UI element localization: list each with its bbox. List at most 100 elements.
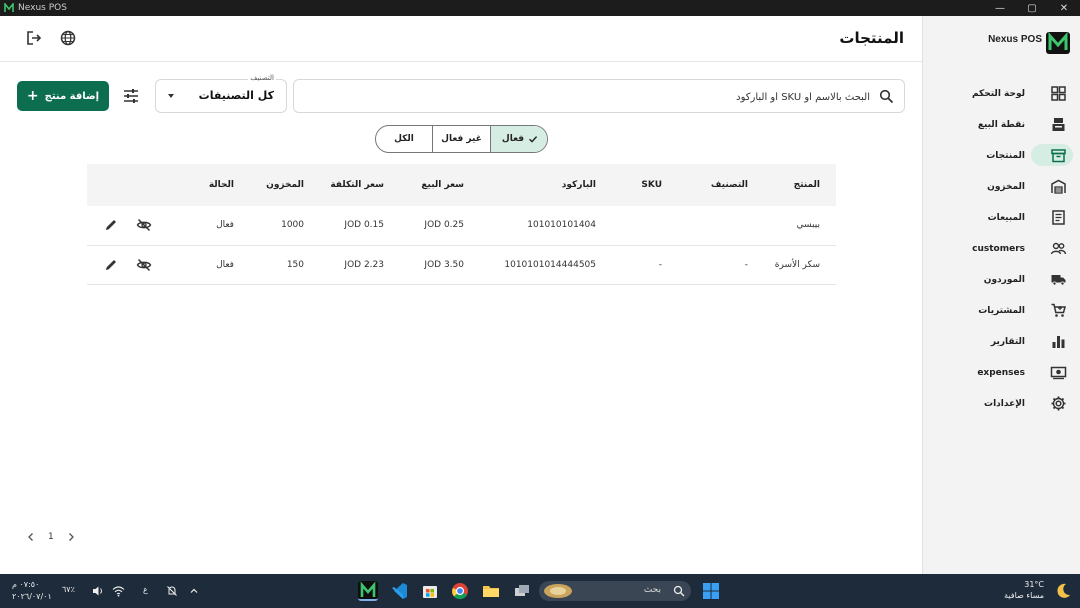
- pos-icon: [1052, 118, 1065, 131]
- cell-sku: [612, 206, 678, 245]
- microsoft-store-logo-icon: [423, 586, 437, 598]
- sidebar-item-label: expenses: [977, 367, 1025, 378]
- col-category: التصنيف: [710, 180, 748, 190]
- edit-pencil-icon[interactable]: [103, 257, 119, 273]
- folder-icon: [483, 586, 499, 597]
- sidebar-item-inventory[interactable]: المخزون: [923, 171, 1080, 202]
- people-icon: [1050, 242, 1067, 255]
- weather-text: مساء صافية: [1004, 591, 1044, 600]
- sidebar-item-suppliers[interactable]: الموردون: [923, 264, 1080, 295]
- cell-actions: [87, 206, 185, 245]
- sidebar-item-label: نقطة البيع: [977, 119, 1025, 130]
- wifi-icon[interactable]: [112, 585, 125, 597]
- status-filter-inactive[interactable]: غير فعال: [432, 126, 490, 152]
- status-filter-all[interactable]: الكل: [376, 126, 432, 152]
- windows-logo-icon: [703, 583, 719, 599]
- sidebar-item-expenses[interactable]: expenses: [923, 357, 1080, 388]
- cell-product: سكر الأسرة: [774, 259, 820, 270]
- taskbar-clock[interactable]: ٠٧:٥٠ م ٢٠٢٦/٠٧/٠١: [12, 579, 52, 603]
- cell-status: فعال: [216, 220, 234, 231]
- cart-icon: [1051, 303, 1066, 317]
- col-stock: المخزون: [266, 180, 304, 190]
- col-barcode: الباركود: [561, 180, 596, 190]
- sidebar-item-label: المشتريات: [978, 305, 1025, 316]
- current-page[interactable]: 1: [48, 532, 54, 542]
- taskbar-time: ٠٧:٥٠ م: [12, 580, 40, 589]
- chevron-left-icon[interactable]: [26, 532, 36, 542]
- hide-eye-off-icon[interactable]: [136, 257, 152, 273]
- cell-actions: [87, 245, 185, 284]
- plus-icon: +: [26, 88, 39, 104]
- page-header: المنتجات: [0, 16, 922, 62]
- search-icon: [879, 89, 894, 104]
- start-button[interactable]: [701, 581, 721, 601]
- language-globe-icon[interactable]: [59, 29, 77, 47]
- vscode-logo-icon: [392, 583, 407, 599]
- maximize-button[interactable]: ▢: [1016, 0, 1048, 16]
- volume-icon[interactable]: [92, 585, 104, 597]
- search-input[interactable]: [310, 88, 870, 106]
- add-product-button[interactable]: + إضافة منتج: [17, 81, 109, 111]
- category-select-label: التصنيف: [248, 74, 276, 82]
- hide-eye-off-icon[interactable]: [136, 217, 152, 233]
- col-product: المنتج: [793, 180, 820, 190]
- sidebar-item-sales[interactable]: المبيعات: [923, 202, 1080, 233]
- moon-icon: [1057, 583, 1070, 598]
- sidebar-item-dashboard[interactable]: لوحة التحكم: [923, 78, 1080, 109]
- category-select[interactable]: التصنيف كل التصنيفات: [155, 74, 287, 113]
- sidebar-item-label: المخزون: [987, 181, 1025, 192]
- chevron-right-icon[interactable]: [66, 532, 76, 542]
- sidebar-item-purchases[interactable]: المشتريات: [923, 295, 1080, 326]
- cell-stock: 150: [286, 259, 304, 270]
- cell-barcode: 1010101014444505: [504, 259, 596, 270]
- table-header-row: المنتج التصنيف SKU الباركود سعر البيع سع…: [87, 164, 836, 206]
- money-icon: [1050, 366, 1067, 380]
- notifications-off-icon[interactable]: [166, 585, 178, 597]
- weather-widget[interactable]: 31°C مساء صافية: [1004, 579, 1044, 601]
- chevron-up-icon[interactable]: [189, 585, 199, 597]
- sidebar-item-label: customers: [972, 243, 1025, 254]
- cell-cost-price: JOD 2.23: [344, 259, 384, 270]
- logout-icon[interactable]: [25, 29, 43, 47]
- edit-pencil-icon[interactable]: [103, 217, 119, 233]
- sidebar-item-label: المنتجات: [986, 150, 1025, 161]
- col-cost-price: سعر التكلفة: [330, 180, 384, 190]
- filter-sliders-icon[interactable]: [122, 87, 140, 105]
- taskbar-date: ٢٠٢٦/٠٧/٠١: [12, 592, 52, 601]
- input-language[interactable]: ع: [143, 585, 148, 597]
- sidebar-item-label: الموردون: [983, 274, 1025, 285]
- chrome-logo-icon: [452, 583, 468, 600]
- cell-product: بيبسي: [796, 220, 820, 231]
- gear-icon: [1051, 396, 1066, 411]
- table-row: سكر الأسرة - - 1010101014444505 JOD 3.50…: [87, 245, 836, 284]
- minimize-button[interactable]: —: [984, 0, 1016, 16]
- taskbar-search[interactable]: بحث: [539, 581, 691, 601]
- sidebar-item-pos[interactable]: نقطة البيع: [923, 109, 1080, 140]
- weather-temperature: 31°C: [1024, 580, 1044, 589]
- brand: Nexus POS: [988, 34, 1042, 45]
- app-logo-icon: [4, 3, 14, 13]
- status-filter-active[interactable]: فعال: [490, 126, 547, 152]
- vscode-icon[interactable]: [389, 581, 409, 601]
- nexus-pos-taskbar-icon[interactable]: [358, 581, 378, 601]
- status-filter-segmented: الكل غير فعال فعال: [375, 125, 548, 153]
- file-explorer-icon[interactable]: [481, 581, 501, 601]
- sidebar-item-customers[interactable]: customers: [923, 233, 1080, 264]
- brand-name: Nexus POS: [988, 34, 1042, 45]
- sidebar-item-reports[interactable]: التقارير: [923, 326, 1080, 357]
- bar-chart-icon: [1052, 336, 1065, 348]
- sidebar-item-products[interactable]: المنتجات: [923, 140, 1080, 171]
- battery-percent: ٦٧٪: [62, 585, 75, 594]
- cell-sale-price: JOD 0.25: [424, 220, 464, 231]
- close-button[interactable]: ✕: [1048, 0, 1080, 16]
- store-icon[interactable]: [420, 581, 440, 601]
- chrome-icon[interactable]: [450, 581, 470, 601]
- col-sku: SKU: [641, 180, 662, 190]
- cell-status: فعال: [216, 259, 234, 270]
- dashboard-icon: [1051, 86, 1066, 101]
- col-status: الحالة: [208, 180, 234, 190]
- sidebar-item-settings[interactable]: الإعدادات: [923, 388, 1080, 419]
- page-title: المنتجات: [839, 29, 904, 47]
- search-box: [293, 79, 905, 113]
- task-view-icon[interactable]: [512, 581, 532, 601]
